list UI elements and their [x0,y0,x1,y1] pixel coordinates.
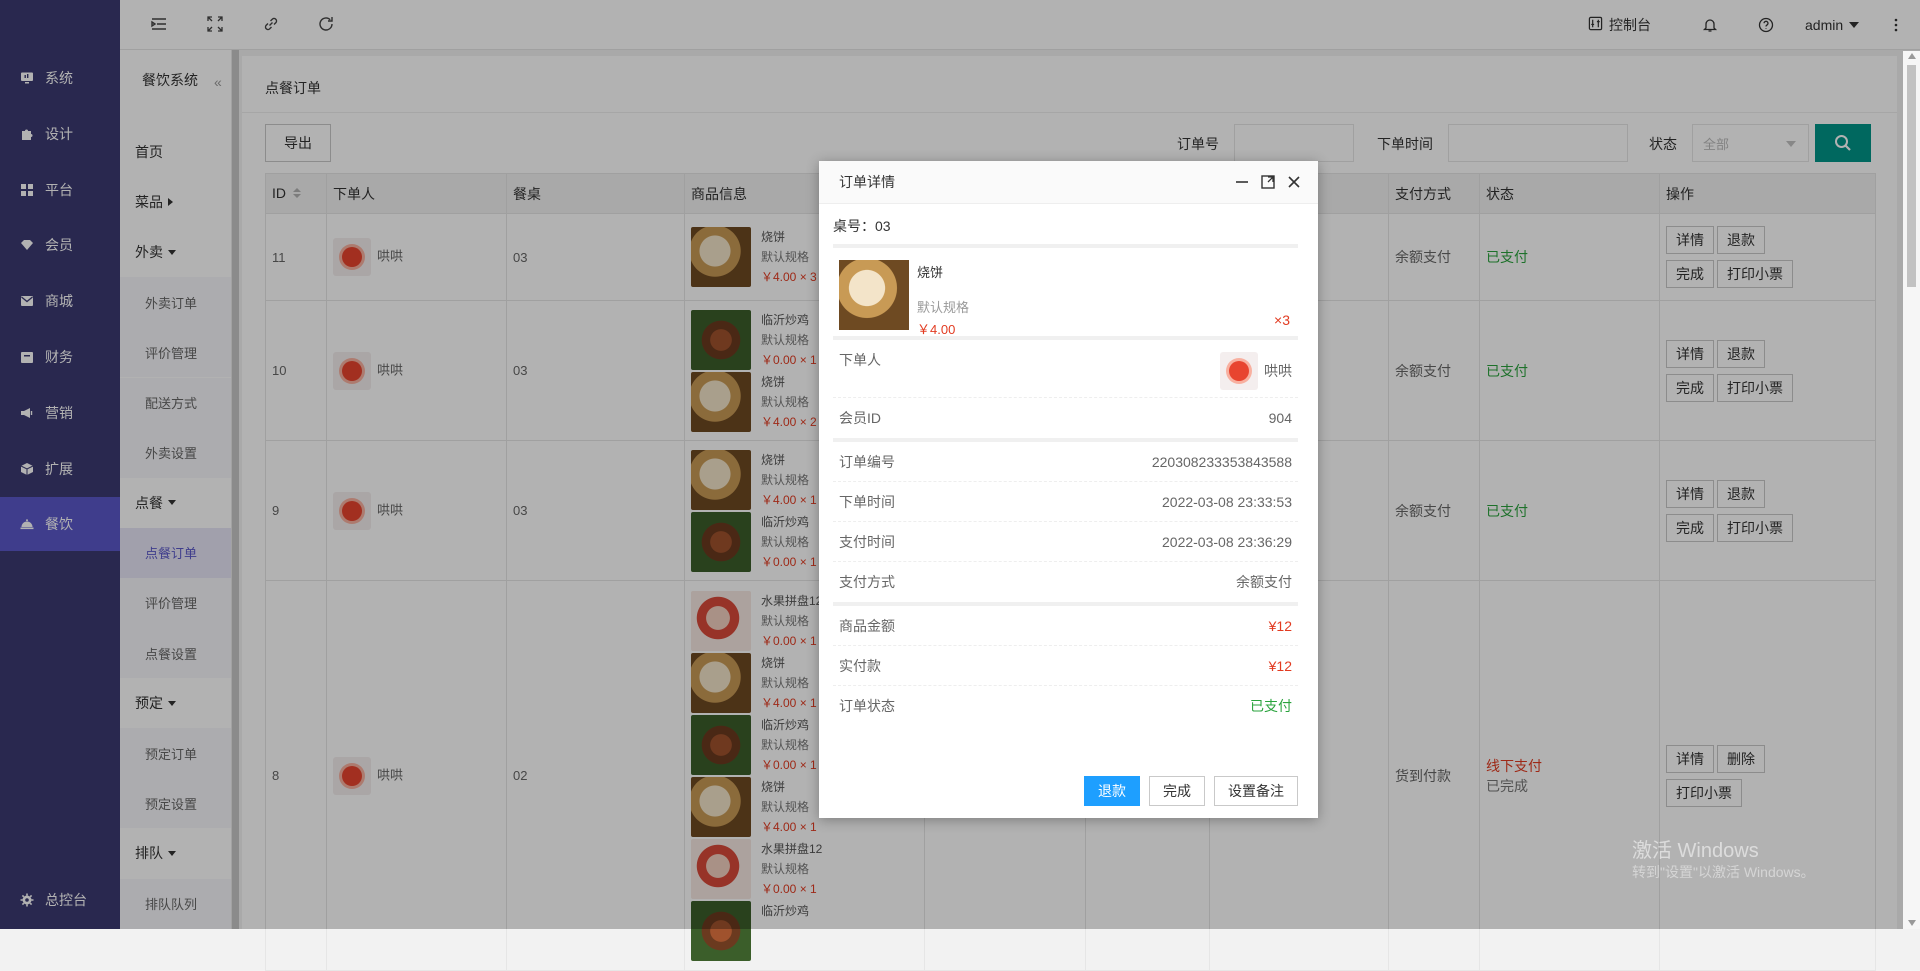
goods-amount-value: ¥12 [1268,617,1292,634]
product-price: ￥4.00 [917,322,956,337]
scroll-thumb[interactable] [1907,65,1916,287]
product-spec: 默认规格 [917,300,970,315]
paid-row: 实付款 ¥12 [833,646,1298,686]
windows-activation-hint: 转到"设置"以激活 Windows。 [1632,864,1815,880]
table-number: 桌号：03 [833,218,891,234]
pay-method-value: 余额支付 [1236,574,1292,590]
page-scrollbar[interactable] [1903,51,1920,929]
order-status-label: 订单状态 [839,698,895,714]
product-name: 烧饼 [917,265,944,280]
order-no-label: 订单编号 [839,453,895,470]
product-image [839,260,909,330]
pay-time-label: 支付时间 [839,533,895,550]
close-icon[interactable] [1285,173,1303,191]
avatar [1220,352,1258,390]
order-user-row: 下单人 哄哄 [833,340,1298,398]
maximize-icon[interactable] [1259,173,1277,191]
order-detail-modal: 订单详情 桌号：03 烧饼 默认规格 ￥4.00 ×3 下单人 哄哄 会员ID … [819,161,1318,818]
modal-title: 订单详情 [839,174,895,190]
pay-time-value: 2022-03-08 23:36:29 [1162,533,1292,550]
order-time-label: 下单时间 [839,493,895,510]
order-user-label: 下单人 [839,352,881,368]
member-id-value: 904 [1268,410,1292,426]
product-item: 烧饼 默认规格 ￥4.00 ×3 [833,248,1298,337]
pay-method-row: 支付方式 余额支付 [833,562,1298,602]
finish-button[interactable]: 完成 [1149,776,1205,806]
modal-footer: 退款 完成 设置备注 [1075,776,1298,806]
paid-value: ¥12 [1268,657,1292,674]
paid-label: 实付款 [839,657,881,674]
order-user-name: 哄哄 [1264,363,1292,379]
modal-header: 订单详情 [819,161,1318,204]
refund-button[interactable]: 退款 [1084,776,1140,806]
scroll-down-icon[interactable] [1908,920,1916,926]
minimize-icon[interactable] [1233,173,1251,191]
modal-body: 桌号：03 烧饼 默认规格 ￥4.00 ×3 下单人 哄哄 会员ID 904 订… [819,204,1318,726]
set-remark-button[interactable]: 设置备注 [1214,776,1298,806]
goods-amount-label: 商品金额 [839,617,895,634]
order-status-row: 订单状态 已支付 [833,686,1298,726]
order-no-row: 订单编号 220308233353843588 [833,442,1298,482]
member-id-label: 会员ID [839,410,881,426]
pay-time-row: 支付时间 2022-03-08 23:36:29 [833,522,1298,562]
order-no-value: 220308233353843588 [1151,453,1292,470]
product-qty: ×3 [1274,312,1290,328]
windows-activation-watermark: 激活 Windows [1632,840,1759,862]
order-user-value: 哄哄 [1220,352,1292,390]
order-time-value: 2022-03-08 23:33:53 [1162,493,1292,510]
goods-amount-row: 商品金额 ¥12 [833,606,1298,646]
order-time-row: 下单时间 2022-03-08 23:33:53 [833,482,1298,522]
scroll-up-icon[interactable] [1908,53,1916,59]
pay-method-label: 支付方式 [839,574,895,590]
member-id-row: 会员ID 904 [833,398,1298,438]
order-status-value: 已支付 [1250,698,1292,714]
